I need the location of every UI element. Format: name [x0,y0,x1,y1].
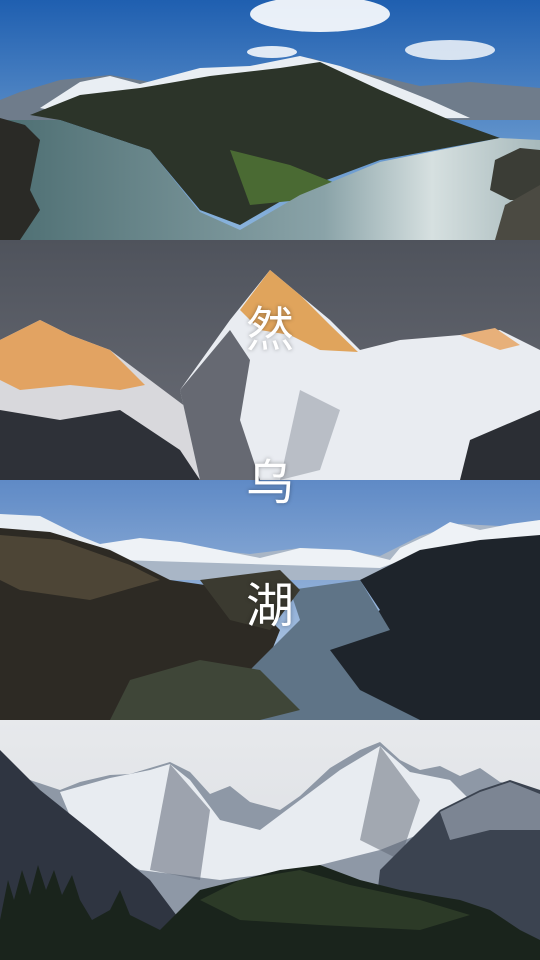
lake-landscape-image [0,0,540,240]
title-char-2: 乌 [245,455,294,511]
jagged-peaks-image [0,720,540,960]
alpenglow-peak-image [0,240,540,480]
photo-jagged-peaks-panel [0,720,540,960]
title-char-3: 湖 [245,578,294,634]
photo-peak-panel [0,240,540,480]
photo-lake-panel [0,0,540,240]
title-char-1: 然 [245,302,294,358]
